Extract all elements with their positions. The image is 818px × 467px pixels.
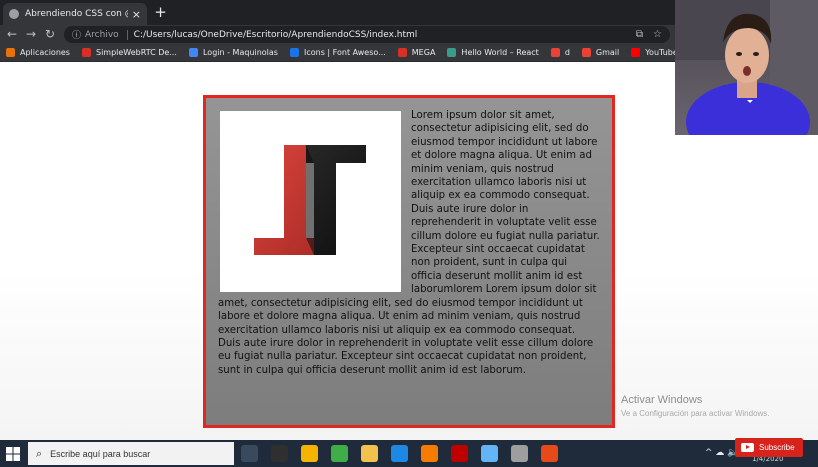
tmp-app-icon[interactable] bbox=[271, 445, 288, 462]
subscribe-button[interactable]: Subscribe bbox=[735, 438, 803, 457]
windows-start-icon[interactable] bbox=[6, 447, 20, 461]
translate-icon[interactable]: ⧉ bbox=[636, 29, 643, 40]
bookmark-label: Hello World – React bbox=[461, 48, 539, 57]
watermark-title: Activar Windows bbox=[621, 394, 703, 406]
tool-icon[interactable] bbox=[511, 445, 528, 462]
bookmark-label: Aplicaciones bbox=[20, 48, 70, 57]
logo-fold bbox=[306, 145, 314, 255]
bookmark-item[interactable]: SimpleWebRTC De... bbox=[81, 48, 177, 57]
reload-button[interactable]: ↻ bbox=[45, 26, 55, 42]
close-tab-icon[interactable]: × bbox=[132, 8, 141, 21]
bookmark-favicon-icon bbox=[81, 48, 91, 57]
security-label: Archivo bbox=[85, 29, 119, 40]
bookmark-label: MEGA bbox=[411, 48, 436, 57]
filezilla-icon[interactable] bbox=[451, 445, 468, 462]
bookmark-favicon-icon bbox=[397, 48, 407, 57]
webcam-person bbox=[675, 0, 818, 135]
bookmark-favicon-icon bbox=[631, 48, 641, 57]
search-placeholder: Escribe aquí para buscar bbox=[50, 448, 151, 459]
bookmark-item[interactable]: Aplicaciones bbox=[6, 48, 70, 57]
bookmark-favicon-icon bbox=[550, 48, 560, 57]
bookmark-item[interactable]: Login - Maquinolas bbox=[188, 48, 278, 57]
file-explorer-icon[interactable] bbox=[361, 445, 378, 462]
address-bar[interactable]: ⓘ Archivo C:/Users/lucas/OneDrive/Escrit… bbox=[64, 26, 670, 43]
forward-button[interactable]: → bbox=[26, 26, 36, 42]
youtube-icon bbox=[741, 443, 754, 452]
logo-graphic bbox=[254, 145, 366, 255]
bookmark-favicon-icon bbox=[6, 48, 15, 57]
bookmark-item[interactable]: Gmail bbox=[581, 48, 620, 57]
bookmark-favicon-icon bbox=[289, 48, 299, 57]
tab-title: Abrendiendo CSS con @SoyDalto bbox=[25, 9, 128, 19]
bookmark-item[interactable]: YouTube bbox=[631, 48, 678, 57]
search-icon: ⌕ bbox=[36, 446, 43, 460]
subscribe-label: Subscribe bbox=[759, 443, 795, 452]
address-separator bbox=[126, 29, 128, 40]
bookmark-favicon-icon bbox=[188, 48, 198, 57]
globe-icon bbox=[9, 9, 19, 19]
url-text[interactable]: C:/Users/lucas/OneDrive/Escritorio/Apren… bbox=[134, 30, 626, 40]
star-icon[interactable]: ☆ bbox=[653, 29, 662, 40]
article-box: Lorem ipsum dolor sit amet, consectetur … bbox=[203, 95, 615, 428]
back-button[interactable]: ← bbox=[7, 26, 17, 42]
task-view-icon[interactable] bbox=[241, 445, 258, 462]
windows-taskbar: ⌕ Escribe aquí para buscar ^ ☁ 🔈 ESP bbox=[0, 440, 818, 467]
blender-icon[interactable] bbox=[421, 445, 438, 462]
bookmark-label: Login - Maquinolas bbox=[202, 48, 278, 57]
camtasia-icon[interactable] bbox=[331, 445, 348, 462]
bookmark-label: YouTube bbox=[645, 48, 678, 57]
new-tab-button[interactable]: + bbox=[152, 4, 169, 21]
chrome-icon[interactable] bbox=[301, 445, 318, 462]
bookmark-label: d bbox=[564, 48, 570, 57]
bookmark-favicon-icon bbox=[447, 48, 457, 57]
bookmark-item[interactable]: d bbox=[550, 48, 570, 57]
bookmark-label: Gmail bbox=[595, 48, 620, 57]
bookmark-item[interactable]: Icons | Font Aweso... bbox=[289, 48, 386, 57]
vscode-icon[interactable] bbox=[391, 445, 408, 462]
bookmark-item[interactable]: MEGA bbox=[397, 48, 436, 57]
camtasia-recorder-icon[interactable] bbox=[541, 445, 558, 462]
bookmark-item[interactable]: Hello World – React bbox=[447, 48, 539, 57]
bookmark-label: SimpleWebRTC De... bbox=[95, 48, 177, 57]
taskbar-search-box[interactable]: ⌕ Escribe aquí para buscar bbox=[28, 442, 234, 465]
bookmark-label: Icons | Font Aweso... bbox=[303, 48, 386, 57]
activate-windows-watermark: Activar Windows Ve a Configuración para … bbox=[621, 394, 770, 418]
docker-icon[interactable] bbox=[481, 445, 498, 462]
watermark-subtitle: Ve a Configuración para activar Windows. bbox=[621, 409, 770, 418]
browser-tab[interactable]: Abrendiendo CSS con @SoyDalto × bbox=[3, 3, 147, 25]
bookmark-favicon-icon bbox=[581, 48, 591, 57]
info-icon[interactable]: ⓘ bbox=[72, 28, 81, 41]
webcam-overlay bbox=[675, 0, 818, 135]
logo-image bbox=[220, 111, 401, 292]
